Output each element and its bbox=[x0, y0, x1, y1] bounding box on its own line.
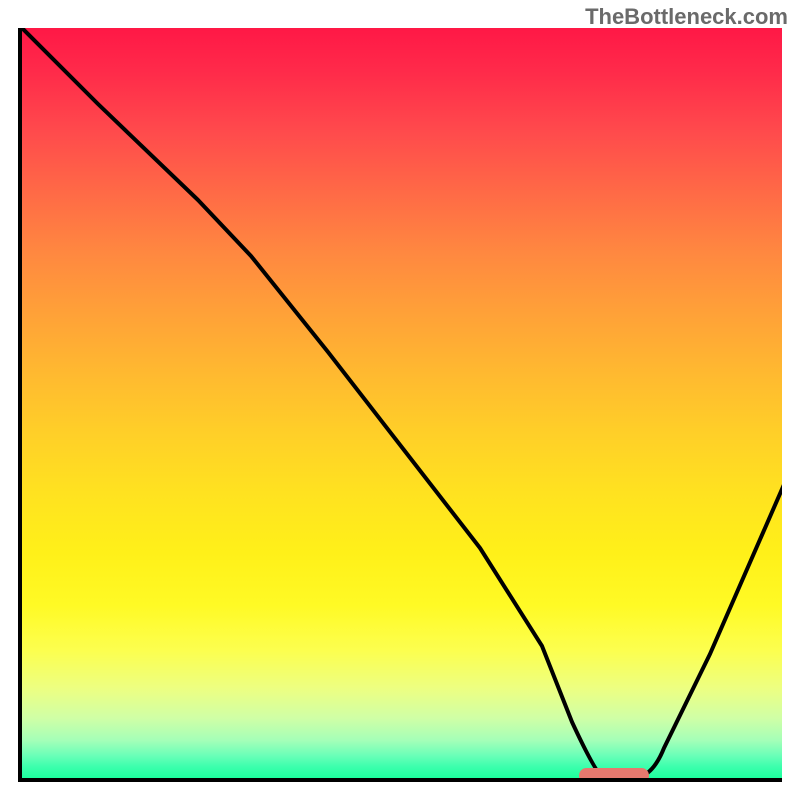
chart-container bbox=[18, 28, 782, 782]
plot-area bbox=[18, 28, 782, 782]
optimal-range-marker bbox=[579, 768, 649, 782]
bottleneck-curve-path bbox=[22, 28, 782, 778]
watermark-text: TheBottleneck.com bbox=[585, 4, 788, 30]
curve-layer bbox=[22, 28, 782, 782]
